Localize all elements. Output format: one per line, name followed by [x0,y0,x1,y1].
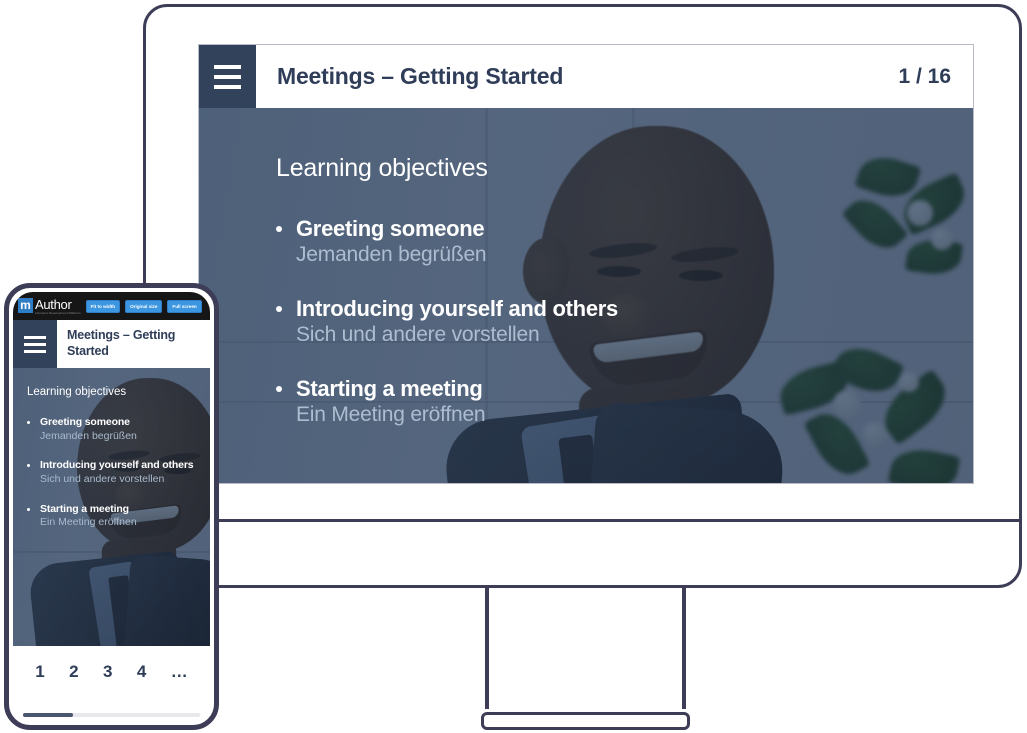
objective-en: Greeting someone [40,416,130,428]
phone-slide-text: Learning objectives Greeting someone Jem… [27,386,203,546]
desktop-header-bar: Meetings – Getting Started 1 / 16 [199,45,973,108]
phone-slide-area: Learning objectives Greeting someone Jem… [13,368,210,646]
phone-header-bar: Meetings – Getting Started [13,320,210,368]
slide-heading: Learning objectives [27,386,127,398]
page-link-2[interactable]: 2 [69,662,78,682]
phone-device-frame: m Author eContent Development Platform F… [4,283,219,730]
slide-objectives-list: Greeting someone Jemanden begrüßen Intro… [276,216,696,427]
phone-pagination: 1 2 3 4 … [13,646,210,698]
objective-de: Ein Meeting eröffnen [40,516,137,529]
monitor-stand-base [481,712,690,730]
list-item: Introducing yourself and others Sich und… [27,459,203,486]
original-size-button[interactable]: Original size [125,299,163,313]
slide-heading: Learning objectives [276,154,488,182]
monitor-bezel-divider [143,519,1022,522]
mauthor-logo: m Author eContent Development Platform [18,297,81,315]
mauthor-logo-word: Author [35,296,72,312]
objective-de: Sich und andere vorstellen [40,472,165,485]
objective-de: Jemanden begrüßen [40,429,137,442]
hamburger-bar [214,84,241,89]
hamburger-menu-icon[interactable] [13,320,57,368]
phone-screen: m Author eContent Development Platform F… [13,292,210,721]
objective-de: Sich und andere vorstellen [296,323,540,346]
objective-en: Introducing yourself and others [40,459,194,472]
page-link-4[interactable]: 4 [137,662,146,682]
hamburger-bar [24,349,46,353]
mauthor-logo-mark: m [18,297,33,313]
page-link-3[interactable]: 3 [103,662,112,682]
mauthor-browser-bar: m Author eContent Development Platform F… [13,292,210,320]
objective-de: Jemanden begrüßen [296,243,487,266]
monitor-stand-neck [485,588,686,709]
horizontal-scrollbar-thumb[interactable] [23,713,73,717]
desktop-screen: Learning objectives Greeting someone Jem… [198,44,974,484]
page-counter: 1 / 16 [898,64,951,88]
page-link-1[interactable]: 1 [35,662,44,682]
list-item: Greeting someone Jemanden begrüßen [27,416,203,443]
hamburger-menu-icon[interactable] [199,45,256,108]
hamburger-bar [24,342,46,346]
objective-en: Greeting someone [296,216,485,241]
horizontal-scrollbar-track[interactable] [23,713,200,717]
hamburger-bar [214,74,241,79]
hamburger-bar [24,335,46,339]
objective-en: Introducing yourself and others [296,296,618,321]
slide-objectives-list: Greeting someone Jemanden begrüßen Intro… [27,416,203,530]
page-link-more[interactable]: … [171,662,188,682]
list-item: Starting a meeting Ein Meeting eröffnen [27,503,203,530]
desktop-slide-area: Learning objectives Greeting someone Jem… [199,108,973,483]
mauthor-logo-tagline: eContent Development Platform [35,310,81,315]
list-item: Introducing yourself and others Sich und… [276,296,696,347]
page-title: Meetings – Getting Started [67,328,176,358]
objective-en: Starting a meeting [296,376,483,401]
full-screen-button[interactable]: Full screen [167,299,202,313]
list-item: Greeting someone Jemanden begrüßen [276,216,696,267]
list-item: Starting a meeting Ein Meeting eröffnen [276,376,696,427]
mauthor-wordmark: Author eContent Development Platform [35,298,81,315]
hamburger-bar [214,64,241,69]
desktop-slide-text: Learning objectives Greeting someone Jem… [276,154,696,456]
page-title: Meetings – Getting Started [277,63,564,89]
objective-en: Starting a meeting [40,502,129,515]
objective-de: Ein Meeting eröffnen [296,403,486,426]
fit-to-width-button[interactable]: Fit to width [85,299,121,313]
